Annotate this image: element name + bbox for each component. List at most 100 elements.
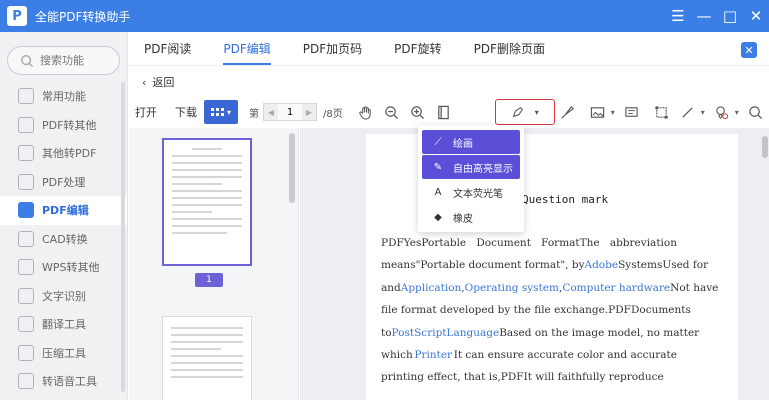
- sidebar-item[interactable]: 压缩工具: [0, 339, 127, 368]
- stamp-tool-button[interactable]: [711, 101, 733, 123]
- document-link[interactable]: PostScriptLanguage: [392, 322, 500, 344]
- tab[interactable]: PDF旋转: [378, 31, 457, 65]
- sidebar-item[interactable]: 翻译工具: [0, 310, 127, 339]
- sidebar: 常用功能 PDF转其他其他转PDF PDF处理 PDF编辑 CAD转换 WPS转其他文字识…: [0, 32, 128, 400]
- document-text: Based on the image model, no matter: [499, 326, 700, 339]
- sidebar-item[interactable]: 其他转PDF: [0, 139, 127, 168]
- document-text: abbreviation: [609, 237, 677, 249]
- page-number-input[interactable]: [278, 106, 302, 118]
- document-link[interactable]: Application: [401, 277, 462, 299]
- close-window-button[interactable]: ✕: [743, 3, 769, 29]
- sidebar-item-label: 其他转PDF: [42, 147, 97, 161]
- chevron-down-icon[interactable]: ▾: [611, 108, 615, 117]
- menu-icon[interactable]: ☰: [665, 3, 691, 29]
- sidebar-item-icon: [18, 287, 34, 304]
- tab[interactable]: PDF加页码: [287, 31, 378, 65]
- open-button[interactable]: 打开: [128, 104, 164, 120]
- chevron-down-icon: ▾: [534, 107, 539, 117]
- tab[interactable]: PDF编辑: [207, 31, 286, 65]
- tab-bar: PDF阅读 PDF编辑 PDF加页码 PDF旋转 PDF删除页面: [128, 32, 769, 66]
- comment-icon: [625, 106, 638, 117]
- sidebar-item-label: WPS转其他: [42, 261, 100, 275]
- minimize-button[interactable]: —: [691, 3, 717, 29]
- highlighter-icon: ✎: [433, 161, 443, 173]
- sidebar-item-label: 翻译工具: [42, 318, 86, 332]
- sidebar-nav: 常用功能 PDF转其他其他转PDF PDF处理 PDF编辑 CAD转换 WPS转其他 文字识…: [0, 82, 127, 396]
- close-panel-button[interactable]: ✕: [741, 42, 757, 58]
- draw-tool-button[interactable]: ▾: [494, 99, 555, 125]
- sidebar-item-icon: [18, 373, 34, 390]
- search-document-button[interactable]: [745, 101, 767, 123]
- maximize-button[interactable]: □: [717, 3, 743, 29]
- document-link[interactable]: Operating system: [465, 277, 559, 299]
- document-line: printing effect, that is,PDFIt will fait…: [381, 366, 677, 388]
- search-icon: [21, 54, 34, 67]
- search-box[interactable]: [7, 46, 120, 75]
- document-text: which: [381, 349, 413, 362]
- sidebar-item-label: 常用功能: [42, 90, 86, 104]
- sidebar-item-icon: [18, 173, 34, 190]
- hand-tool-button[interactable]: [355, 101, 377, 123]
- document-link[interactable]: Printer: [414, 344, 452, 366]
- sidebar-item[interactable]: PDF处理: [0, 168, 127, 197]
- thumbnail-page-number: 1: [195, 273, 223, 287]
- tab[interactable]: PDF删除页面: [458, 31, 561, 65]
- document-text: PDFYesPortable: [381, 237, 467, 249]
- comment-tool-button[interactable]: [621, 101, 643, 123]
- menu-item[interactable]: ◆ 橡皮: [422, 205, 520, 229]
- sidebar-item-label: 文字识别: [42, 289, 86, 303]
- sidebar-item-icon: [18, 145, 34, 162]
- sidebar-item[interactable]: 常用功能: [0, 82, 127, 111]
- search-input[interactable]: [40, 54, 110, 67]
- line-tool-button[interactable]: [677, 101, 699, 123]
- page-prefix-label: 第: [249, 108, 259, 120]
- prev-page-button[interactable]: ◀: [264, 104, 278, 120]
- sidebar-item[interactable]: PDF编辑: [0, 196, 127, 225]
- document-body: PDFYesPortable Document FormatThe abbreviat…: [381, 232, 718, 389]
- sidebar-item[interactable]: PDF转其他: [0, 111, 127, 140]
- document-line: means"Portable document format", by Adobe…: [381, 254, 708, 276]
- total-pages-label: /8页: [323, 108, 343, 120]
- sidebar-item[interactable]: 转语音工具: [0, 367, 127, 396]
- view-grid-button[interactable]: ▾: [204, 100, 238, 124]
- document-link[interactable]: Computer hardware: [562, 277, 670, 299]
- sidebar-scrollbar[interactable]: [121, 82, 125, 392]
- pen-icon: [512, 106, 523, 118]
- zoom-out-button[interactable]: [381, 101, 403, 123]
- document-text: means"Portable document format", by: [381, 259, 585, 272]
- document-text: to: [381, 326, 392, 339]
- sidebar-item-label: PDF处理: [42, 175, 86, 189]
- sidebar-item[interactable]: 文字识别: [0, 282, 127, 311]
- fit-page-button[interactable]: [433, 101, 455, 123]
- menu-item-label: 橡皮: [453, 213, 473, 225]
- zoom-out-icon: [385, 105, 399, 119]
- crop-tool-button[interactable]: [651, 101, 673, 123]
- document-text: and: [381, 281, 401, 294]
- chevron-down-icon[interactable]: ▾: [701, 108, 705, 117]
- menu-item[interactable]: A 文本荧光笔: [422, 180, 520, 204]
- document-scrollbar[interactable]: [762, 136, 768, 158]
- brush-tool-button[interactable]: [557, 101, 579, 123]
- next-page-button[interactable]: ▶: [302, 104, 316, 120]
- sidebar-item-icon: [18, 259, 34, 276]
- text-highlight-icon: A: [434, 186, 442, 198]
- menu-item[interactable]: ⟋ 绘画: [422, 130, 520, 154]
- document-text: Not have: [670, 281, 719, 294]
- page-thumbnail-1[interactable]: [162, 138, 252, 266]
- zoom-in-button[interactable]: [407, 101, 429, 123]
- app-logo-icon: P: [7, 6, 27, 26]
- download-button[interactable]: 下载: [168, 104, 204, 120]
- grid-icon: [210, 108, 224, 116]
- page-thumbnail-2[interactable]: [162, 316, 252, 400]
- menu-item[interactable]: ✎ 自由高亮显示: [422, 155, 520, 179]
- tab[interactable]: PDF阅读: [128, 31, 207, 65]
- document-link[interactable]: Adobe: [585, 254, 619, 276]
- thumbnail-scrollbar[interactable]: [289, 133, 295, 203]
- back-button[interactable]: ‹ 返回: [142, 74, 174, 90]
- sidebar-item[interactable]: WPS转其他: [0, 253, 127, 282]
- image-tool-button[interactable]: [587, 101, 609, 123]
- sidebar-item[interactable]: CAD转换: [0, 225, 127, 254]
- sidebar-item-label: 压缩工具: [42, 346, 86, 360]
- stamp-icon: [716, 105, 729, 119]
- chevron-down-icon[interactable]: ▾: [735, 108, 739, 117]
